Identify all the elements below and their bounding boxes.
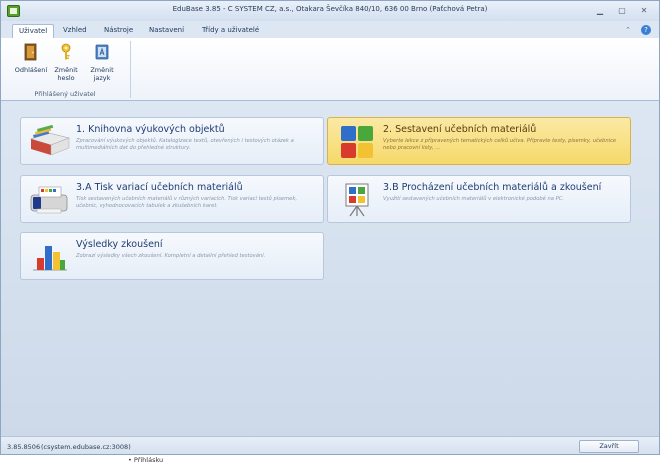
server-label: (csystem.edubase.cz:3008) (41, 443, 131, 451)
help-icon[interactable]: ? (641, 25, 651, 35)
close-button[interactable]: Zavřít (579, 440, 639, 453)
card-title: 3.A Tisk variací učebních materiálů (76, 182, 243, 193)
app-window: EduBase 3.85 - C SYSTEM CZ, a.s., Otakar… (0, 0, 660, 455)
main-dashboard: 1. Knihovna výukových objektů Zpracování… (1, 101, 659, 436)
tab-nastroje[interactable]: Nástroje (98, 24, 139, 38)
card-library[interactable]: 1. Knihovna výukových objektů Zpracování… (20, 117, 324, 165)
status-bar: 3.85.8506 (csystem.edubase.cz:3008) Zavř… (1, 436, 659, 454)
change-language-button[interactable]: Změnit jazyk (84, 41, 120, 85)
bar-chart-icon (33, 246, 67, 271)
tab-uzivatel[interactable]: Uživatel (12, 24, 55, 38)
ribbon-tabs: Uživatel Vzhled Nástroje Nastavení Třídy… (1, 21, 659, 38)
book-language-icon (95, 44, 109, 60)
card-title: Výsledky zkoušení (76, 239, 163, 250)
card-description: Využití sestavených učebních materiálů v… (383, 196, 565, 202)
maximize-button[interactable]: ▢ (615, 4, 629, 17)
card-description: Zobrazí výsledky všech zkoušení. Komplet… (76, 253, 266, 259)
tab-nastaveni[interactable]: Nastavení (143, 24, 190, 38)
card-results[interactable]: Výsledky zkoušení Zobrazí výsledky všech… (20, 232, 324, 280)
card-title: 1. Knihovna výukových objektů (76, 124, 225, 135)
change-language-label: Změnit jazyk (90, 66, 114, 82)
door-icon (24, 43, 37, 61)
tab-tridy-a-uzivatele[interactable]: Třídy a uživatelé (196, 24, 265, 38)
key-icon (61, 43, 71, 60)
card-title: 3.B Procházení učebních materiálů a zkou… (383, 182, 602, 193)
tab-vzhled[interactable]: Vzhled (57, 24, 93, 38)
logout-label: Odhlášení (14, 66, 48, 74)
card-description: Zpracování výukových objektů. Katalogiza… (76, 138, 294, 151)
ribbon-divider (130, 41, 131, 98)
window-title: EduBase 3.85 - C SYSTEM CZ, a.s., Otakar… (172, 5, 488, 13)
card-title: 2. Sestavení učebních materiálů (383, 124, 537, 135)
printer-icon (30, 186, 68, 214)
title-bar: EduBase 3.85 - C SYSTEM CZ, a.s., Otakar… (1, 1, 659, 21)
card-description: Tisk sestavených učebních materiálů v rů… (76, 196, 297, 209)
puzzle-blocks-icon (341, 126, 373, 158)
change-password-label: Změnit heslo (54, 66, 78, 82)
card-browse[interactable]: 3.B Procházení učebních materiálů a zkou… (327, 175, 631, 223)
logout-button[interactable]: Odhlášení (13, 41, 49, 85)
close-window-button[interactable]: ✕ (637, 4, 651, 17)
presentation-board-icon (345, 183, 369, 217)
library-books-icon (30, 125, 70, 156)
version-label: 3.85.8506 (7, 443, 41, 451)
card-description: Vyberte lekce z připravených tematických… (383, 138, 617, 151)
ribbon-group-label: Přihlášený uživatel (34, 90, 96, 98)
card-print[interactable]: 3.A Tisk variací učebních materiálů Tisk… (20, 175, 324, 223)
minimize-button[interactable]: ▁ (593, 4, 607, 17)
card-assembly[interactable]: 2. Sestavení učebních materiálů Vyberte … (327, 117, 631, 165)
change-password-button[interactable]: Změnit heslo (48, 41, 84, 85)
ribbon-panel: Odhlášení Změnit heslo Změnit jazyk Přih… (1, 38, 659, 101)
ribbon-collapse-icon[interactable]: ⌃ (625, 26, 631, 34)
